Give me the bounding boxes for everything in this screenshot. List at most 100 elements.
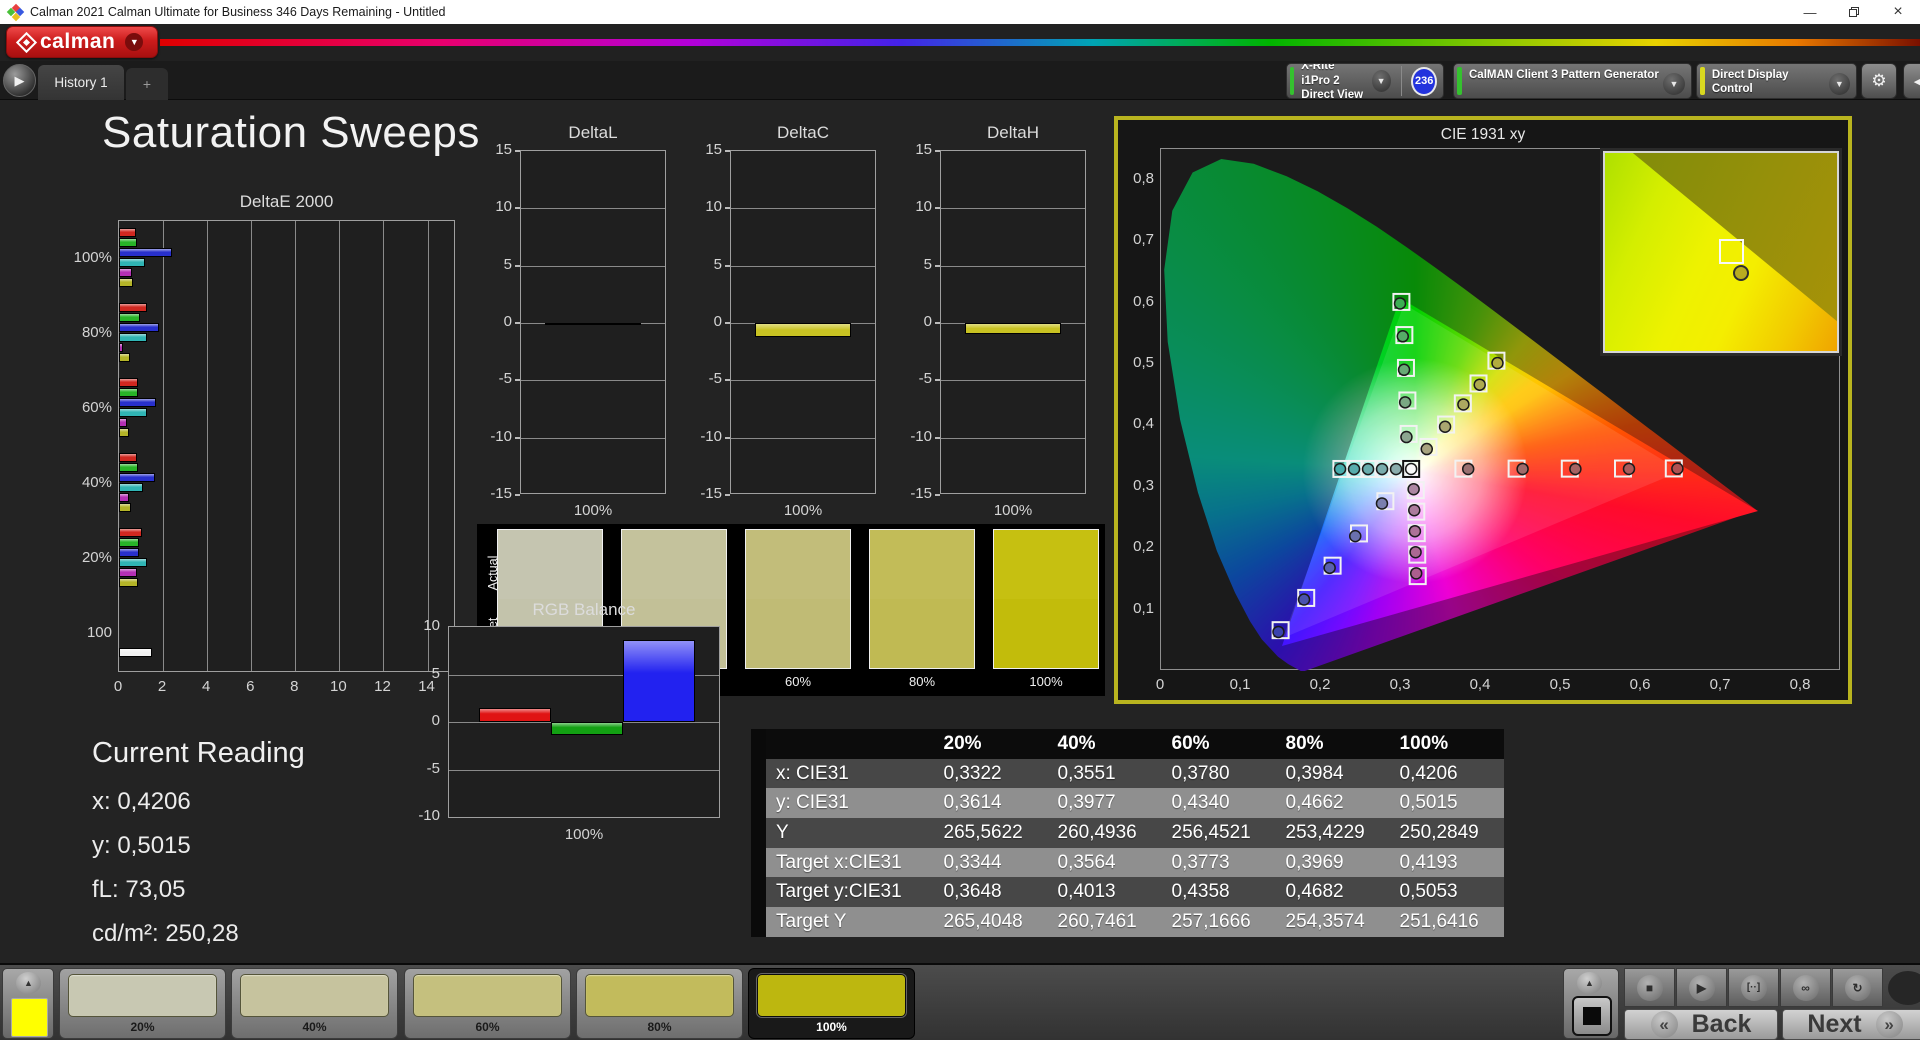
minimize-button[interactable]: —	[1788, 0, 1832, 24]
tick	[935, 322, 940, 324]
gridline	[941, 208, 1085, 210]
table-header: 40%	[1047, 729, 1162, 759]
calman-menu-button[interactable]: calman ▼	[6, 26, 158, 58]
restore-button[interactable]	[1832, 0, 1876, 24]
close-button[interactable]: ×	[1876, 0, 1920, 24]
deltae-bar	[119, 258, 146, 267]
pattern-swatch	[993, 529, 1099, 669]
measured-dot	[1396, 330, 1410, 343]
table-cell: 0,4206	[1389, 758, 1504, 789]
chevron-left-icon: «	[1650, 1011, 1678, 1038]
expand-up-button[interactable]: ▲	[1577, 972, 1602, 994]
gridline	[941, 265, 1085, 267]
display-status-indicator	[1700, 67, 1705, 95]
divider	[1400, 66, 1402, 96]
back-button[interactable]: « Back	[1624, 1009, 1778, 1040]
main-content: Saturation Sweeps DeltaE 2000 100% 80% 60%…	[0, 100, 1920, 963]
expand-up-button[interactable]: ▲	[16, 972, 41, 994]
pattern-level-button-100%[interactable]: 100%	[748, 968, 915, 1039]
y-tick-label: 20%	[81, 548, 112, 566]
deltae-bar	[119, 398, 157, 407]
workflow-nav-toggle-button[interactable]: ▶	[3, 64, 36, 97]
status-circle	[1888, 971, 1920, 1005]
table-row: Y 265,5622 260,4936 256,4521 253,4229 250,284…	[758, 818, 1504, 848]
measured-dot	[1491, 356, 1504, 370]
gridline	[251, 221, 253, 671]
frame-button[interactable]: [··]	[1728, 968, 1779, 1007]
measured-dot	[1400, 430, 1413, 444]
table-header: 80%	[1275, 729, 1390, 759]
y-tick-label: -5	[708, 370, 722, 388]
meter-status-indicator	[1290, 67, 1295, 95]
x-tick-label: 0,7	[1709, 676, 1731, 693]
next-label: Next	[1807, 1010, 1862, 1038]
table-cell: 0,4358	[1161, 877, 1276, 908]
stop-button[interactable]: ■	[1624, 968, 1675, 1007]
loop-icon: ∞	[1792, 974, 1819, 1001]
table-cell: 0,3984	[1275, 758, 1390, 789]
gridline	[521, 208, 665, 210]
table-row: Target x:CIE31 0,3344 0,3564 0,3773 0,3969 0,…	[758, 847, 1504, 878]
add-tab-button[interactable]: +	[126, 68, 168, 100]
display-control-dropdown[interactable]: Direct Display Control ▼	[1696, 63, 1857, 99]
tick	[725, 264, 730, 267]
gridline	[941, 380, 1085, 382]
y-tick-label: 60%	[81, 398, 112, 416]
loop-button[interactable]: ∞	[1780, 968, 1831, 1007]
deltae-bar	[119, 268, 133, 277]
tick	[935, 264, 940, 267]
current-reading-x: x: 0,4206	[92, 788, 191, 815]
pattern-level-button-60%[interactable]: 60%	[404, 968, 571, 1039]
tab-history-1[interactable]: History 1	[38, 65, 124, 100]
deltaC-chart	[730, 150, 876, 494]
measured-dot	[1408, 503, 1421, 517]
y-tick-label: -15	[490, 485, 512, 502]
gridline	[163, 221, 165, 671]
meter-count-badge[interactable]: 236	[1411, 66, 1437, 96]
deltae-bar	[119, 568, 137, 577]
chevron-down-icon: ▼	[125, 33, 144, 51]
table-cell: 260,4936	[1047, 818, 1162, 848]
gridline	[521, 380, 665, 382]
table-cell: 0,3969	[1275, 847, 1390, 878]
play-button[interactable]: ▶	[1676, 968, 1727, 1007]
green-bar	[551, 722, 623, 736]
settings-button[interactable]: ⚙	[1861, 63, 1897, 99]
pattern-level-button-20%[interactable]: 20%	[59, 968, 226, 1039]
deltae-bar	[119, 648, 153, 657]
measured-dot	[1397, 363, 1411, 377]
tick	[935, 150, 940, 152]
meter-dropdown[interactable]: X-Rite i1Pro 2 Direct View ▼ 236	[1286, 63, 1444, 99]
y-tick-label: 0	[713, 313, 722, 330]
x-tick-label: 6	[246, 678, 255, 695]
x-tick-label: 0,8	[1789, 676, 1811, 693]
pattern-level-button-80%[interactable]: 80%	[576, 968, 743, 1039]
deltaH-chart	[940, 150, 1086, 494]
refresh-button[interactable]: ↻	[1832, 968, 1883, 1007]
rgb-balance-title: RGB Balance	[532, 600, 636, 619]
next-button[interactable]: Next »	[1782, 1009, 1920, 1040]
back-label: Back	[1691, 1010, 1752, 1038]
table-cell: 0,5015	[1389, 788, 1504, 819]
deltae-bar	[119, 453, 137, 462]
pattern-level-label: 100%	[816, 1020, 847, 1034]
collapse-panel-button[interactable]: ◀	[1903, 63, 1920, 99]
pattern-window-button[interactable]	[1572, 996, 1612, 1036]
y-tick-label: 0,1	[1133, 599, 1154, 617]
x-tick-label: 8	[290, 678, 299, 695]
deltaL-bar	[545, 323, 641, 325]
table-cell: 0,3780	[1161, 758, 1276, 789]
source-dropdown[interactable]: CalMAN Client 3 Pattern Generator ▼	[1453, 63, 1692, 99]
pattern-level-button-40%[interactable]: 40%	[231, 968, 398, 1039]
tick	[515, 207, 520, 210]
window-title: Calman 2021 Calman Ultimate for Business…	[30, 5, 446, 19]
tab-bar: ▶ History 1 + X-Rite i1Pro 2 Direct View …	[0, 61, 1920, 100]
table-cell: 0,5053	[1389, 877, 1504, 908]
x-tick-label: 4	[201, 678, 211, 695]
table-cell: 250,2849	[1389, 818, 1504, 848]
deltaC-x-label: 100%	[783, 502, 823, 519]
deltae-bar	[119, 378, 138, 387]
gridline	[731, 380, 875, 382]
gridline	[207, 221, 209, 671]
page-title: Saturation Sweeps	[102, 108, 480, 157]
